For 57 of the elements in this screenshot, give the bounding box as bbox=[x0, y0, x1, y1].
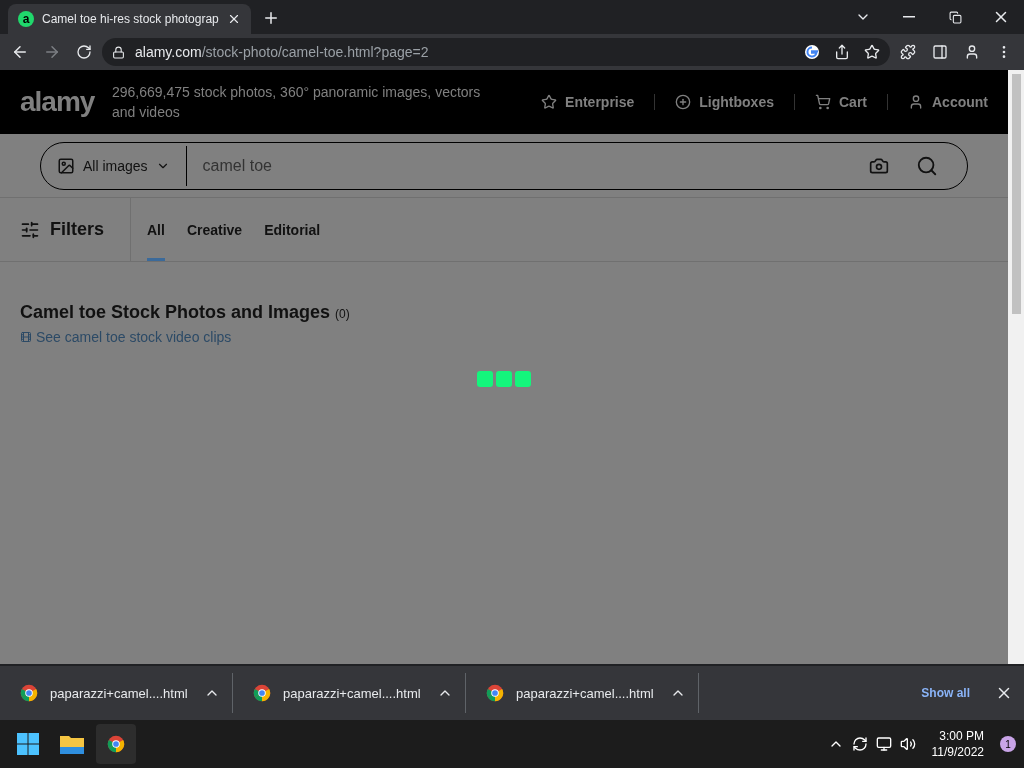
scrollbar[interactable] bbox=[1008, 70, 1024, 664]
reload-icon bbox=[76, 44, 92, 60]
side-panel-icon bbox=[932, 44, 948, 60]
tagline: 296,669,475 stock photos, 360° panoramic images, vectors and videos bbox=[112, 83, 482, 122]
image-icon bbox=[57, 156, 75, 175]
scope-dropdown[interactable]: All images bbox=[57, 145, 187, 186]
filters-button[interactable]: Filters bbox=[0, 198, 131, 261]
minimize-icon bbox=[903, 16, 915, 18]
download-name: paparazzi+camel....html bbox=[50, 685, 189, 701]
tab-favicon: a bbox=[18, 11, 34, 27]
search-field[interactable]: camel toe bbox=[186, 156, 855, 175]
volume-icon[interactable] bbox=[899, 736, 916, 752]
search-icon bbox=[916, 154, 938, 177]
download-name: paparazzi+camel....html bbox=[516, 685, 655, 701]
puzzle-icon bbox=[900, 44, 916, 60]
user-icon bbox=[908, 94, 924, 110]
filter-tab[interactable]: Creative bbox=[186, 198, 243, 261]
nav-link[interactable]: Enterprise bbox=[521, 94, 655, 110]
film-icon bbox=[20, 331, 32, 343]
filter-tab[interactable]: All bbox=[147, 198, 165, 261]
nav-link[interactable]: Account bbox=[887, 94, 988, 110]
filter-tab[interactable]: Editorial bbox=[264, 198, 321, 261]
address-bar[interactable]: alamy.com/stock-photo/camel-toe.html?page=2 bbox=[102, 38, 890, 66]
plus-circle-icon bbox=[675, 94, 692, 110]
lock-icon bbox=[112, 45, 125, 59]
show-all-link[interactable]: Show all bbox=[901, 686, 990, 700]
user-icon bbox=[964, 44, 980, 60]
google-icon[interactable] bbox=[804, 44, 820, 60]
url-text: alamy.com/stock-photo/camel-toe.html?page=2 bbox=[135, 44, 429, 60]
chrome-icon bbox=[486, 684, 504, 702]
download-item[interactable]: paparazzi+camel....html bbox=[233, 673, 466, 713]
chrome-icon bbox=[107, 735, 125, 753]
notification-badge[interactable]: 1 bbox=[1000, 736, 1016, 752]
sync-icon[interactable] bbox=[851, 736, 868, 752]
nav-link[interactable]: Cart bbox=[794, 94, 887, 110]
clock[interactable]: 3:00 PM 11/9/2022 bbox=[931, 728, 984, 760]
results-heading: Camel toe Stock Photos and Images (0) bbox=[20, 302, 351, 323]
download-item[interactable]: paparazzi+camel....html bbox=[466, 673, 699, 713]
site-logo[interactable]: alamy bbox=[20, 86, 112, 118]
browser-tab[interactable]: a Camel toe hi-res stock photograp bbox=[8, 4, 251, 34]
windows-icon bbox=[16, 732, 40, 756]
chrome-icon bbox=[253, 684, 271, 702]
download-name: paparazzi+camel....html bbox=[283, 685, 422, 701]
tab-title: Camel toe hi-res stock photograp bbox=[42, 12, 219, 26]
restore-icon bbox=[948, 10, 962, 24]
cart-icon bbox=[815, 94, 831, 110]
download-item[interactable]: paparazzi+camel....html bbox=[0, 673, 233, 713]
nav-link[interactable]: Lightboxes bbox=[654, 94, 794, 110]
sliders-icon bbox=[20, 219, 40, 240]
forward-arrow-icon bbox=[43, 43, 61, 61]
bookmark-star-icon[interactable] bbox=[864, 44, 880, 60]
star-icon bbox=[541, 94, 558, 110]
chrome-taskbar-button[interactable] bbox=[96, 724, 136, 764]
folder-icon bbox=[59, 733, 85, 755]
share-icon[interactable] bbox=[834, 44, 850, 60]
network-icon[interactable] bbox=[875, 736, 892, 752]
chrome-icon bbox=[20, 684, 38, 702]
